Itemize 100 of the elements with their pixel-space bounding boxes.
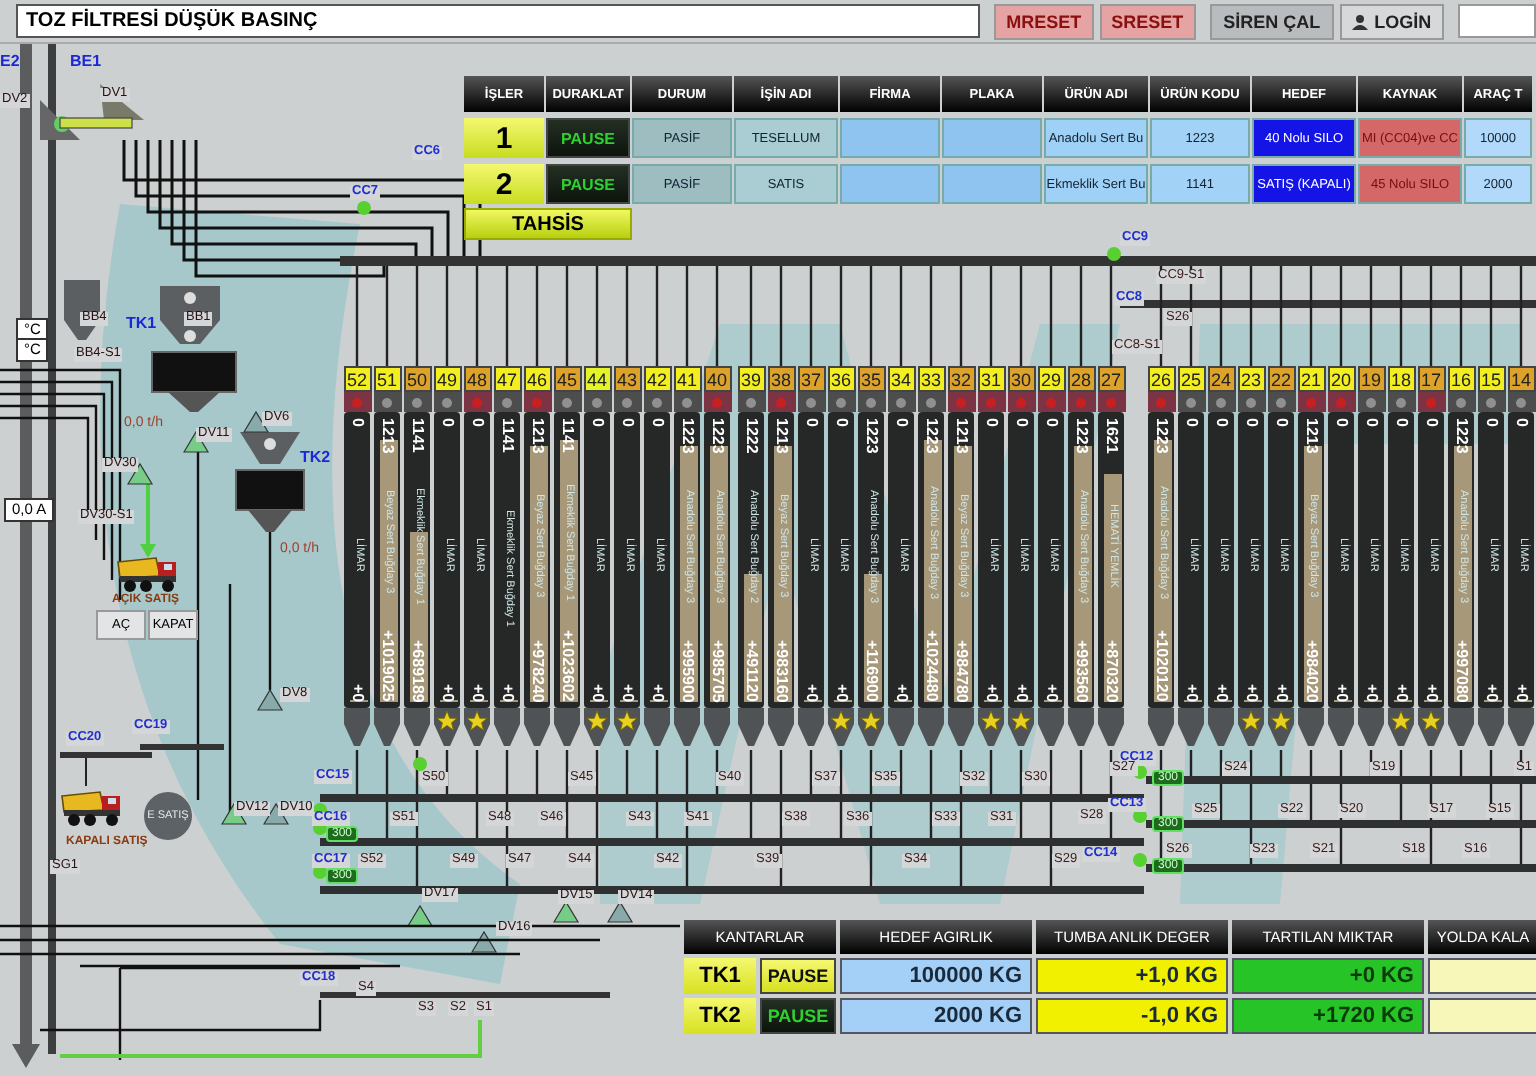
silo-amount: +491120 (743, 640, 759, 702)
product-code: 1141 (559, 418, 575, 453)
product-code: 0 (1043, 418, 1059, 427)
silo-number: 17 (1417, 366, 1445, 392)
valve-icon (406, 904, 434, 927)
product-code: 1222 (743, 418, 759, 454)
silo-number: 46 (523, 366, 551, 392)
unit-label: E2 (0, 54, 20, 70)
silo-amount: +0 (469, 683, 485, 702)
silo-number: 15 (1477, 366, 1505, 392)
product-code: 0 (1243, 418, 1259, 427)
product-code: 0 (1333, 418, 1349, 427)
silo-number: 35 (857, 366, 885, 392)
scale-name: TK2 (684, 998, 756, 1034)
product-code: 0 (439, 418, 455, 427)
table-cell (942, 118, 1042, 158)
siren-button[interactable]: SİREN ÇAL (1209, 3, 1335, 39)
table-cell (1428, 958, 1536, 994)
table-cell (942, 164, 1042, 204)
silo-number: 19 (1357, 366, 1385, 392)
product-code: 1223 (1073, 418, 1089, 454)
unit-label: BE1 (70, 54, 102, 70)
silo-amount: +985705 (709, 639, 725, 702)
assign-button[interactable]: TAHSİS (464, 208, 632, 240)
silo-amount: +1023602 (559, 630, 575, 702)
silo-number: 32 (947, 366, 975, 392)
input-field[interactable] (1457, 4, 1536, 38)
silo-amount: +995900 (679, 639, 695, 702)
silo-amount: +1024480 (923, 630, 939, 702)
product-code: 1223 (863, 418, 879, 454)
silo-amount: +0 (439, 683, 455, 702)
pause-button[interactable]: PAUSE (546, 118, 630, 158)
scale-drawing (235, 469, 305, 532)
silo-amount: +0 (1333, 683, 1349, 702)
product-code: 0 (1513, 418, 1529, 427)
pause-button[interactable]: PAUSE (760, 958, 836, 994)
product-code: 1213 (773, 418, 789, 454)
job-number: 1 (464, 118, 544, 158)
product-code: 1141 (409, 418, 425, 453)
silo-number: 47 (493, 366, 521, 392)
silo-amount: +997080 (1453, 639, 1469, 702)
silo-number: 37 (797, 366, 825, 392)
silo-number: 49 (433, 366, 461, 392)
pause-button[interactable]: PAUSE (760, 998, 836, 1034)
silo-number: 48 (463, 366, 491, 392)
product-code: 1223 (1453, 418, 1469, 454)
silo-amount: +0 (833, 683, 849, 702)
silo-amount: +0 (1213, 683, 1229, 702)
silo-amount: +0 (1043, 683, 1059, 702)
table-cell (840, 118, 940, 158)
silo-number: 14 (1507, 366, 1535, 392)
silo-number: 50 (403, 366, 431, 392)
silo-number: 36 (827, 366, 855, 392)
unit-label: TK2 (300, 450, 331, 466)
silo-amount: +0 (983, 683, 999, 702)
product-code: 0 (589, 418, 605, 427)
product-code: 1223 (679, 418, 695, 454)
product-code: 0 (833, 418, 849, 427)
reset-button[interactable]: SRESET (1099, 3, 1196, 39)
truck-icon (60, 788, 124, 828)
silo-amount: +0 (1423, 683, 1439, 702)
silo-amount: +0 (1513, 683, 1529, 702)
product-code: 0 (619, 418, 635, 427)
product-code: 0 (803, 418, 819, 427)
silo-amount: +870320 (1103, 639, 1119, 702)
silo-amount: +0 (1013, 683, 1029, 702)
table-cell: -1,0 KG (1036, 998, 1228, 1034)
silo-amount: +0 (649, 683, 665, 702)
table-cell: 100000 KG (840, 958, 1032, 994)
pause-button[interactable]: PAUSE (546, 164, 630, 204)
product-code: 1213 (953, 418, 969, 454)
product-code: 1213 (1303, 418, 1319, 454)
table-cell: +1,0 KG (1036, 958, 1228, 994)
user-icon (1352, 13, 1369, 29)
silo-number: 41 (673, 366, 701, 392)
product-code: 0 (1423, 418, 1439, 427)
product-code: 1213 (529, 418, 545, 454)
hopper-drawing (160, 286, 220, 344)
product-code: 1141 (499, 418, 515, 453)
table-cell (1428, 998, 1536, 1034)
valve-icon (256, 688, 284, 711)
silo-amount: +978240 (529, 639, 545, 702)
silo-amount: +1019025 (379, 630, 395, 702)
silo-amount: +984780 (953, 639, 969, 702)
reset-button[interactable]: MRESET (994, 3, 1094, 39)
truck-icon (116, 554, 180, 594)
silo-number: 40 (703, 366, 731, 392)
silo-number: 29 (1037, 366, 1065, 392)
indicator-dot (1107, 247, 1121, 261)
login-button[interactable]: LOGİN (1340, 3, 1444, 39)
silo-amount: +984020 (1303, 639, 1319, 702)
silo-amount: +0 (1363, 683, 1379, 702)
product-code: 0 (1273, 418, 1289, 427)
silo-amount: +1020120 (1153, 630, 1169, 702)
product-code: 1621 (1103, 418, 1119, 454)
product-code: 0 (1393, 418, 1409, 427)
silo-amount: +0 (1483, 683, 1499, 702)
table-cell: +1720 KG (1232, 998, 1424, 1034)
silo-amount: +0 (893, 683, 909, 702)
product-code: 1223 (1153, 418, 1169, 454)
